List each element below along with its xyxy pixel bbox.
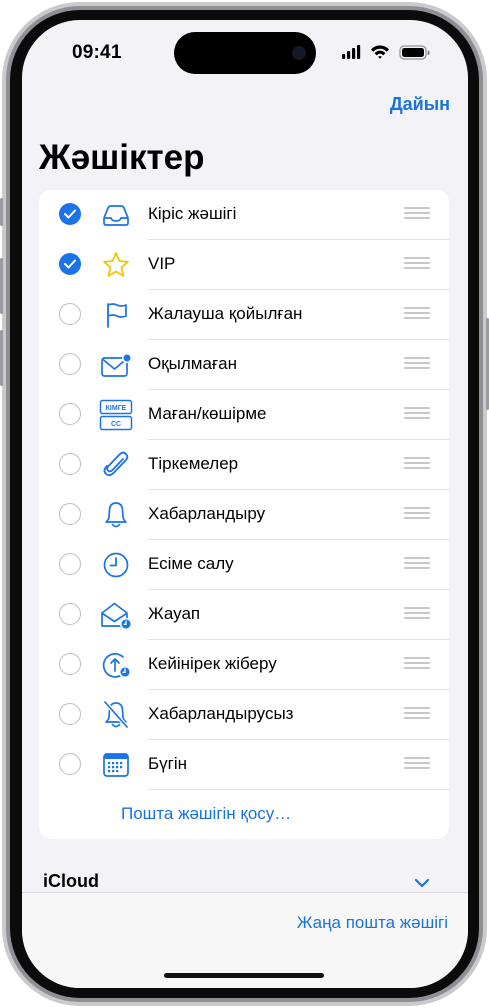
mailbox-label: Кейінірек жіберу — [148, 654, 277, 673]
to-cc-icon-bottom-text: СС — [111, 421, 121, 428]
chevron-down-icon[interactable] — [414, 878, 430, 888]
mailbox-label: Жалауша қойылған — [148, 304, 303, 323]
mailbox-row-inbox[interactable]: Кіріс жәшігі — [39, 190, 449, 240]
status-icons — [340, 42, 450, 62]
mailbox-row-follow-up[interactable]: Жауап — [39, 590, 449, 640]
mailbox-row-flagged[interactable]: Жалауша қойылған — [39, 290, 449, 340]
mailbox-list: Кіріс жәшігі VIP Жалауша қойылған Оқылма… — [39, 190, 449, 839]
add-mailbox-link[interactable]: Пошта жәшігін қосу… — [121, 804, 291, 824]
clock-icon — [103, 552, 129, 578]
to-cc-icon: КІМГЕ СС — [99, 399, 133, 431]
mailbox-label: Жауап — [148, 604, 201, 623]
calendar-icon — [103, 753, 129, 777]
battery-icon — [399, 45, 430, 60]
home-indicator[interactable] — [164, 973, 324, 978]
volume-up-button — [0, 258, 3, 314]
checkbox-unchecked[interactable] — [59, 503, 81, 525]
mailbox-label: Оқылмаған — [148, 354, 237, 373]
dynamic-island — [174, 32, 316, 74]
send-later-icon — [102, 653, 132, 679]
unread-envelope-icon — [101, 353, 132, 377]
mailbox-label: Кіріс жәшігі — [148, 204, 237, 223]
mailbox-label: Хабарландыру — [148, 504, 266, 523]
mailbox-label: Бүгін — [148, 754, 188, 773]
bell-icon — [105, 502, 127, 528]
mailbox-row-unread[interactable]: Оқылмаған — [39, 340, 449, 390]
camera-icon — [292, 46, 306, 60]
bell-slash-icon — [103, 700, 129, 729]
reply-envelope-icon — [101, 602, 133, 631]
checkbox-unchecked[interactable] — [59, 303, 81, 325]
icloud-section-header[interactable]: iCloud — [43, 871, 99, 892]
reorder-handle-icon[interactable] — [404, 557, 430, 571]
mailbox-label: Тіркемелер — [148, 454, 239, 473]
mailbox-row-remind-me[interactable]: Есіме салу — [39, 540, 449, 590]
mailbox-label: Маған/көшірме — [148, 404, 267, 423]
mailbox-label: VIP — [148, 254, 176, 273]
reorder-handle-icon[interactable] — [404, 757, 430, 771]
mailbox-row-muted[interactable]: Хабарландырусыз — [39, 690, 449, 740]
to-cc-icon-top-text: КІМГЕ — [106, 405, 127, 412]
checkbox-unchecked[interactable] — [59, 553, 81, 575]
tray-icon — [103, 205, 129, 226]
star-icon — [103, 252, 129, 277]
mailbox-row-attachments[interactable]: Тіркемелер — [39, 440, 449, 490]
reorder-handle-icon[interactable] — [404, 507, 430, 521]
bottom-toolbar: Жаңа пошта жәшігі — [22, 892, 468, 988]
mailbox-row-notifications[interactable]: Хабарландыру — [39, 490, 449, 540]
reorder-handle-icon[interactable] — [404, 657, 430, 671]
status-time: 09:41 — [72, 42, 122, 63]
checkbox-unchecked[interactable] — [59, 603, 81, 625]
checkbox-checked[interactable] — [59, 203, 81, 225]
cellular-signal-icon — [342, 45, 361, 59]
checkbox-unchecked[interactable] — [59, 353, 81, 375]
checkbox-unchecked[interactable] — [59, 453, 81, 475]
reorder-handle-icon[interactable] — [404, 407, 430, 421]
reorder-handle-icon[interactable] — [404, 257, 430, 271]
action-button — [0, 198, 3, 226]
paperclip-icon — [103, 451, 129, 477]
mailbox-row-today[interactable]: Бүгін — [39, 740, 449, 790]
checkbox-unchecked[interactable] — [59, 653, 81, 675]
volume-down-button — [0, 330, 3, 386]
checkbox-unchecked[interactable] — [59, 753, 81, 775]
checkbox-unchecked[interactable] — [59, 703, 81, 725]
reorder-handle-icon[interactable] — [404, 607, 430, 621]
page-title: Жәшіктер — [39, 138, 205, 177]
reorder-handle-icon[interactable] — [404, 457, 430, 471]
wifi-icon — [371, 45, 389, 59]
row-separator — [148, 789, 449, 790]
reorder-handle-icon[interactable] — [404, 307, 430, 321]
mailbox-row-to-cc[interactable]: КІМГЕ СС Маған/көшірме — [39, 390, 449, 440]
mailbox-label: Есіме салу — [148, 554, 234, 573]
mailbox-row-send-later[interactable]: Кейінірек жіберу — [39, 640, 449, 690]
checkbox-checked[interactable] — [59, 253, 81, 275]
reorder-handle-icon[interactable] — [404, 707, 430, 721]
mailbox-row-vip[interactable]: VIP — [39, 240, 449, 290]
screen: 09:41 Дайын Жәшіктер Кіріс жәшігі VIP Жа… — [22, 20, 468, 988]
new-mailbox-button[interactable]: Жаңа пошта жәшігі — [297, 913, 448, 933]
mailbox-label: Хабарландырусыз — [148, 704, 294, 723]
flag-icon — [107, 303, 127, 328]
done-button[interactable]: Дайын — [390, 94, 450, 115]
reorder-handle-icon[interactable] — [404, 207, 430, 221]
checkbox-unchecked[interactable] — [59, 403, 81, 425]
reorder-handle-icon[interactable] — [404, 357, 430, 371]
